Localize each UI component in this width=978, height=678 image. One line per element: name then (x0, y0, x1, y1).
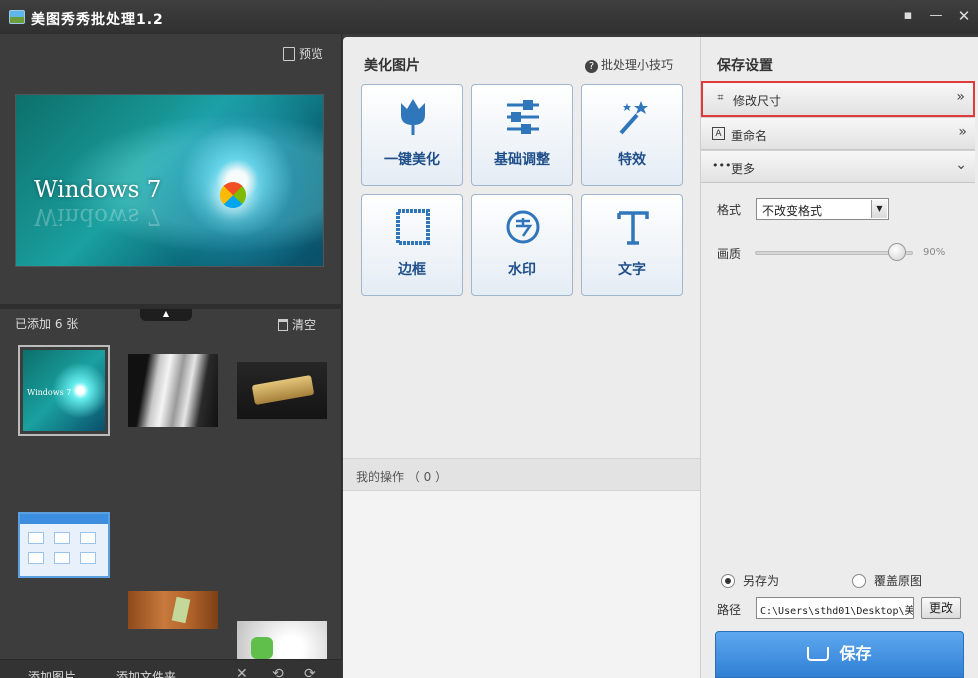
preview-image: Windows 7 Windows 7 (15, 94, 324, 267)
tips-label: 批处理小技巧 (601, 58, 674, 72)
save-tray-icon (807, 647, 830, 661)
thumbnail-wood-desk[interactable] (128, 591, 218, 629)
effects-label: 特效 (618, 152, 646, 168)
thumbnail-phone[interactable] (128, 354, 218, 427)
save-settings-title: 保存设置 (717, 58, 773, 74)
watermark-button[interactable]: 水印 (471, 194, 573, 296)
added-count: 已添加 6 张 (15, 317, 79, 331)
my-operations-bar: 我的操作 （ 0 ） (343, 458, 700, 491)
remove-icon[interactable]: ✕ (236, 666, 248, 678)
tulip-icon (401, 99, 425, 135)
more-label: 更多 (731, 162, 756, 176)
frame-button[interactable]: 边框 (361, 194, 463, 296)
rename-label: 重命名 (731, 129, 768, 143)
save-as-radio[interactable] (721, 574, 735, 588)
double-chevron-down-icon: ⌄ (955, 157, 967, 173)
preview-image-text: Windows 7 (34, 177, 162, 203)
thumbnail-windows7[interactable]: Windows 7 (18, 345, 110, 436)
save-as-option[interactable]: 另存为 (721, 572, 779, 589)
trash-icon (278, 319, 288, 331)
format-label: 格式 (717, 203, 742, 217)
windows-logo-icon (220, 182, 246, 208)
thumbnail-usb-drive[interactable] (237, 362, 327, 419)
more-dots-icon: ••• (712, 159, 732, 172)
rotate-left-icon[interactable]: ⟲ (272, 666, 284, 678)
overwrite-label: 覆盖原图 (874, 574, 923, 588)
help-icon: ? (585, 60, 598, 73)
save-button[interactable]: 保存 (715, 631, 964, 678)
save-label: 保存 (839, 644, 872, 663)
path-label: 路径 (717, 603, 742, 617)
quality-slider-handle[interactable] (888, 243, 907, 261)
clear-button[interactable]: 清空 (278, 316, 316, 333)
crop-icon: ⌗ (717, 91, 724, 104)
dropdown-arrow-icon[interactable]: ▼ (871, 200, 887, 218)
image-list-toolbar: 添加图片 添加文件夹 ✕ ⟲ ⟳ (0, 659, 342, 678)
save-settings-panel: 保存设置 ⌗ 修改尺寸 » A 重命名 » ••• 更多 ⌄ 格式 不改变格式 … (700, 37, 978, 678)
preview-image-text-reflection: Windows 7 (34, 203, 162, 229)
my-operations-label: 我的操作 （ 0 ） (356, 470, 448, 484)
clear-label: 清空 (292, 318, 317, 332)
change-path-button[interactable]: 更改 (921, 597, 961, 619)
effects-button[interactable]: 特效 (581, 84, 683, 186)
frame-label: 边框 (398, 262, 426, 278)
rename-icon: A (712, 127, 725, 140)
preview-button[interactable]: 预览 (283, 45, 323, 62)
frame-icon (396, 209, 430, 245)
text-icon (617, 211, 649, 245)
double-chevron-right-icon: » (958, 124, 967, 140)
one-click-beautify-button[interactable]: 一键美化 (361, 84, 463, 186)
close-icon[interactable]: ✕ (954, 7, 974, 25)
path-input[interactable]: C:\Users\sthd01\Desktop\美 (756, 597, 914, 619)
thumbnail-software-screenshot[interactable] (18, 512, 110, 578)
feedback-icon[interactable]: ▪ (898, 7, 918, 25)
quality-label: 画质 (717, 247, 742, 261)
minimize-icon[interactable]: — (926, 7, 946, 25)
format-select[interactable]: 不改变格式 ▼ (756, 198, 889, 220)
beautify-panel: 美化图片 ? 批处理小技巧 一键美化 基础调整 特效 边框 水印 文字 我的操作… (343, 37, 700, 678)
overwrite-option[interactable]: 覆盖原图 (852, 572, 922, 589)
my-operations-list (343, 491, 700, 678)
title-bar: 美图秀秀批处理1.2 ▪ — ✕ (0, 0, 978, 34)
one-click-beautify-label: 一键美化 (384, 152, 440, 168)
format-select-value: 不改变格式 (762, 204, 823, 218)
save-as-label: 另存为 (743, 574, 780, 588)
text-label: 文字 (618, 262, 646, 278)
quality-value: 90% (923, 247, 946, 258)
add-image-button[interactable]: 添加图片 (28, 668, 76, 678)
rotate-right-icon[interactable]: ⟳ (304, 666, 316, 678)
collapse-handle[interactable]: ▲ (140, 309, 192, 321)
basic-adjust-label: 基础调整 (494, 152, 550, 168)
more-row[interactable]: ••• 更多 ⌄ (701, 150, 975, 183)
rename-row[interactable]: A 重命名 » (701, 117, 975, 150)
watermark-icon (506, 210, 540, 244)
image-list-panel: 预览 Windows 7 Windows 7 ▲ 已添加 6 张 清空 Wind… (0, 34, 342, 678)
overwrite-radio[interactable] (852, 574, 866, 588)
text-button[interactable]: 文字 (581, 194, 683, 296)
watermark-label: 水印 (508, 262, 536, 278)
beautify-title: 美化图片 (364, 58, 420, 74)
double-chevron-right-icon: » (956, 89, 965, 105)
basic-adjust-button[interactable]: 基础调整 (471, 84, 573, 186)
resize-label: 修改尺寸 (733, 94, 782, 108)
window-title: 美图秀秀批处理1.2 (31, 12, 164, 28)
app-icon (9, 10, 25, 24)
magic-wand-icon (619, 101, 648, 135)
tips-link[interactable]: ? 批处理小技巧 (585, 56, 673, 73)
preview-label: 预览 (299, 47, 324, 61)
resize-row[interactable]: ⌗ 修改尺寸 » (701, 81, 975, 117)
thumbnail-windows7-text: Windows 7 (27, 388, 72, 397)
sliders-icon (507, 100, 539, 134)
preview-icon (283, 47, 295, 61)
add-folder-button[interactable]: 添加文件夹 (116, 668, 176, 678)
